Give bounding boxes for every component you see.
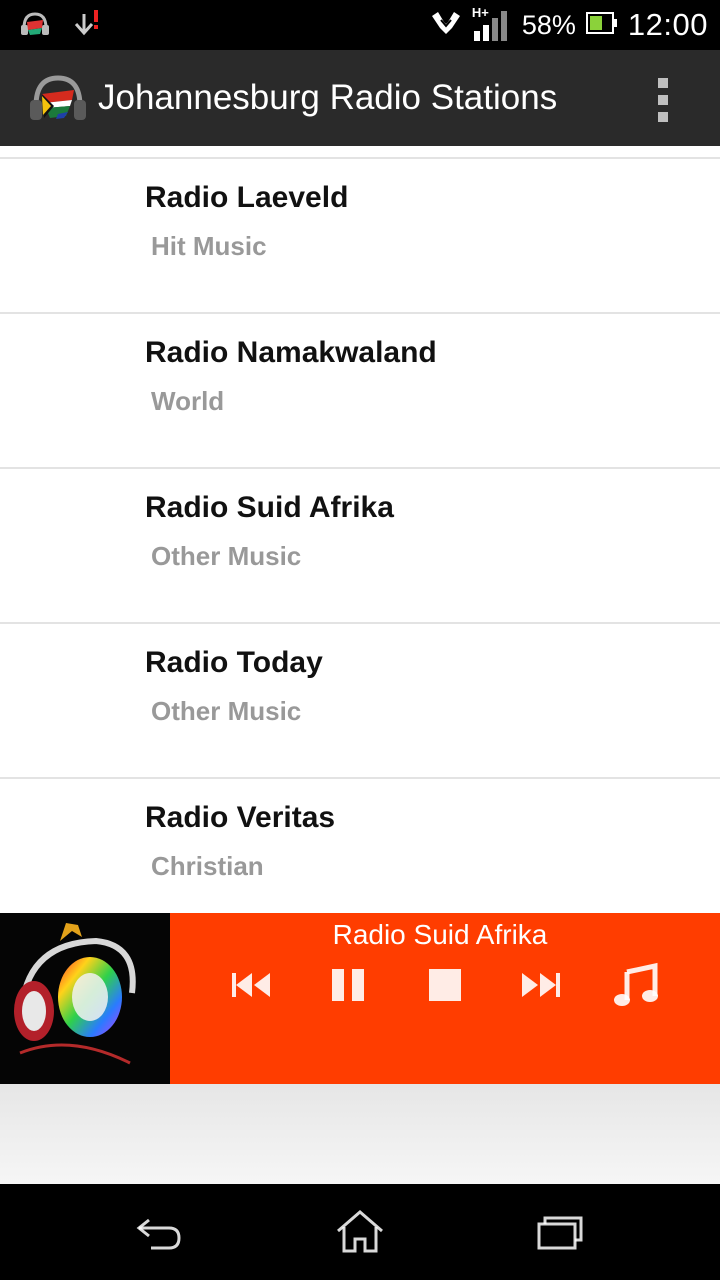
station-genre: World [151,386,225,416]
previous-icon[interactable] [222,961,282,1009]
overflow-dot [658,78,668,88]
station-genre: Other Music [151,696,302,726]
player-bar: Radio Suid Afrika [0,913,720,1084]
station-list[interactable]: Radio Laeveld Hit Music Radio Namakwalan… [0,146,720,913]
overflow-dot [658,95,668,105]
download-icon [72,8,102,45]
station-name: Radio Veritas [145,801,336,834]
overflow-dot [658,112,668,122]
action-bar: Johannesburg Radio Stations [0,50,720,146]
recent-apps-icon[interactable] [530,1206,590,1258]
clock: 12:00 [627,7,708,42]
station-row[interactable]: Radio Namakwaland World [0,314,720,469]
signal-icon: H+ [472,5,512,43]
status-bar: H+ 58% 12:00 [0,0,720,50]
app-notification-icon [18,8,52,45]
station-row[interactable]: Radio Suid Afrika Other Music [0,469,720,624]
station-name: Radio Today [145,646,323,679]
player-controls-panel: Radio Suid Afrika [170,913,720,1084]
stop-icon[interactable] [415,961,475,1009]
station-name: Radio Suid Afrika [145,491,394,524]
station-genre: Hit Music [151,231,267,261]
pause-icon[interactable] [318,961,378,1009]
station-row[interactable]: Radio Today Other Music [0,624,720,779]
album-art-headphones-icon [0,913,170,1084]
page-title: Johannesburg Radio Stations [98,78,558,117]
battery-percent: 58% [521,9,576,40]
station-name: Radio Laeveld [145,181,349,214]
station-genre: Christian [151,851,264,881]
station-name: Radio Namakwaland [145,336,437,369]
back-icon[interactable] [130,1206,190,1258]
overflow-menu-icon[interactable] [646,78,680,122]
station-row[interactable]: Radio Veritas Christian [0,779,720,913]
music-note-icon[interactable] [606,961,666,1009]
station-genre: Other Music [151,541,302,571]
next-icon[interactable] [510,961,570,1009]
app-logo-icon [28,72,88,126]
navigation-bar [0,1184,720,1280]
battery-icon [585,11,618,40]
hands-icon [430,8,462,43]
station-row[interactable]: Radio Laeveld Hit Music [0,159,720,314]
now-playing-title: Radio Suid Afrika [332,919,548,950]
home-icon[interactable] [330,1206,390,1258]
ad-space [0,1084,720,1184]
